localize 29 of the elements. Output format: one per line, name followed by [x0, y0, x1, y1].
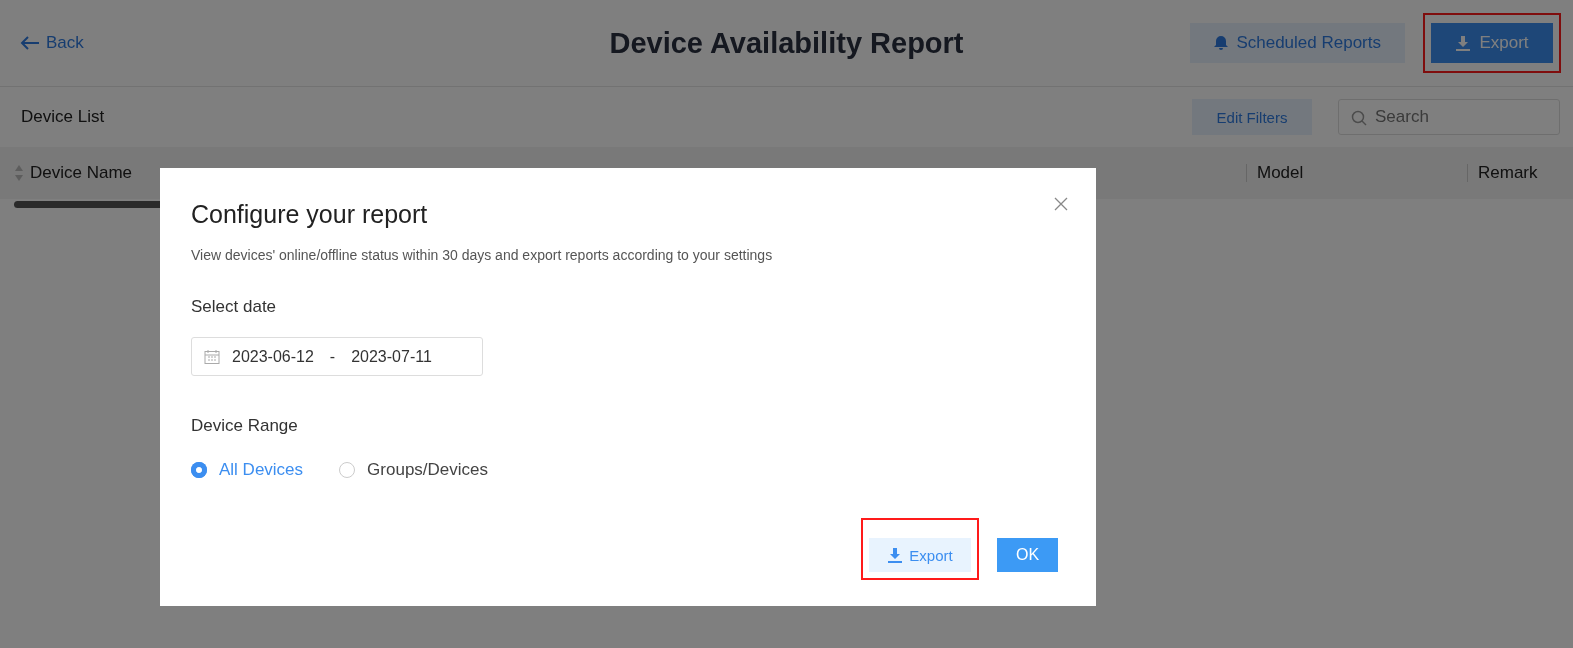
search-field[interactable]: Search [1338, 99, 1560, 135]
download-icon [887, 547, 904, 563]
close-icon[interactable] [1054, 197, 1068, 211]
ok-button[interactable]: OK [997, 538, 1058, 572]
back-link[interactable]: Back [20, 33, 84, 53]
start-date: 2023-06-12 [232, 347, 314, 366]
dialog-title: Configure your report [191, 200, 428, 229]
field-label: Device Range [191, 416, 299, 436]
column-header: Model [1257, 164, 1304, 182]
column-header: Remark [1478, 164, 1538, 182]
export-button[interactable]: Export [1431, 23, 1553, 63]
page-title: Device Availability Report [609, 26, 964, 60]
edit-filters-button[interactable]: Edit Filters [1192, 99, 1312, 135]
radio-option[interactable]: Groups/Devices [339, 460, 489, 480]
field-label: Select date [191, 297, 278, 317]
search-icon [1351, 110, 1367, 126]
calendar-icon [204, 348, 220, 365]
bell-icon [1214, 35, 1229, 51]
arrow-left-icon [20, 35, 40, 51]
end-date: 2023-07-11 [351, 347, 432, 366]
date-range-field[interactable]: 2023-06-12 - 2023-07-11 [191, 337, 483, 376]
export-button[interactable]: Export [869, 538, 971, 572]
section-title: Device List [21, 107, 105, 127]
dialog-description: View devices' online/offline status within 30 days and export reports according to your settings [191, 247, 774, 263]
date-separator: - [329, 347, 336, 366]
radio-option[interactable]: All Devices [191, 460, 304, 480]
column-header: Device Name [30, 163, 133, 183]
download-icon [1455, 35, 1472, 51]
scheduled-reports-button[interactable]: Scheduled Reports [1190, 23, 1405, 63]
